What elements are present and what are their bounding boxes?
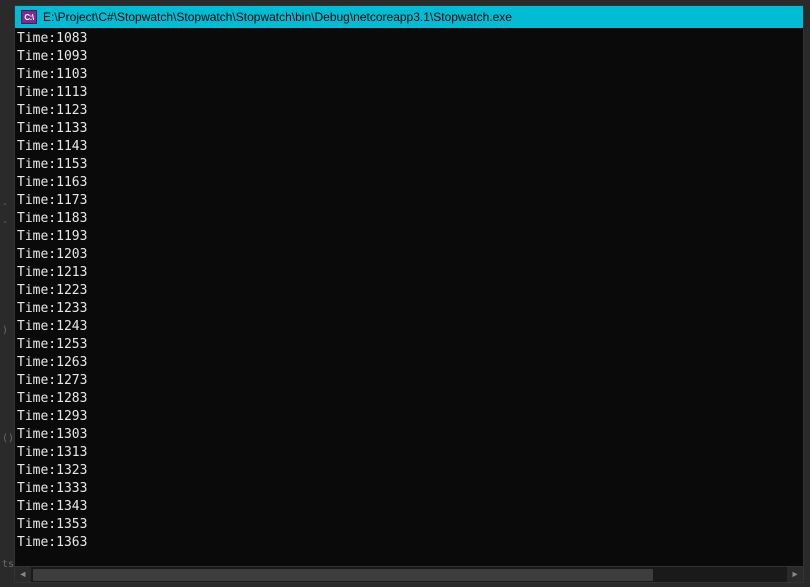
console-line: Time:1183: [17, 210, 803, 228]
titlebar[interactable]: C:\ E:\Project\C#\Stopwatch\Stopwatch\St…: [15, 6, 803, 28]
console-line: Time:1293: [17, 408, 803, 426]
console-line: Time:1173: [17, 192, 803, 210]
console-line: Time:1283: [17, 390, 803, 408]
gutter-mark: -: [2, 217, 8, 228]
gutter-mark: ts: [2, 559, 14, 570]
console-line: Time:1143: [17, 138, 803, 156]
console-line: Time:1353: [17, 516, 803, 534]
scrollbar-thumb[interactable]: [33, 569, 653, 581]
app-icon: C:\: [21, 10, 37, 24]
console-line: Time:1323: [17, 462, 803, 480]
horizontal-scrollbar[interactable]: ◄ ►: [15, 566, 803, 582]
console-line: Time:1153: [17, 156, 803, 174]
console-line: Time:1313: [17, 444, 803, 462]
console-line: Time:1303: [17, 426, 803, 444]
console-window: C:\ E:\Project\C#\Stopwatch\Stopwatch\St…: [14, 5, 804, 583]
console-output[interactable]: Time:1083Time:1093Time:1103Time:1113Time…: [15, 28, 803, 582]
console-line: Time:1363: [17, 534, 803, 552]
console-line: Time:1133: [17, 120, 803, 138]
console-line: Time:1253: [17, 336, 803, 354]
gutter-mark: ): [2, 325, 8, 336]
console-line: Time:1213: [17, 264, 803, 282]
console-line: Time:1343: [17, 498, 803, 516]
console-line: Time:1113: [17, 84, 803, 102]
console-line: Time:1103: [17, 66, 803, 84]
gutter-mark: -: [2, 199, 8, 210]
scroll-right-arrow[interactable]: ►: [787, 567, 803, 582]
console-line: Time:1083: [17, 30, 803, 48]
console-line: Time:1123: [17, 102, 803, 120]
console-line: Time:1243: [17, 318, 803, 336]
editor-gutter: - -) () ts: [0, 27, 14, 587]
console-line: Time:1193: [17, 228, 803, 246]
console-line: Time:1273: [17, 372, 803, 390]
console-line: Time:1223: [17, 282, 803, 300]
console-line: Time:1263: [17, 354, 803, 372]
scroll-left-arrow[interactable]: ◄: [15, 567, 31, 582]
console-line: Time:1233: [17, 300, 803, 318]
console-line: Time:1333: [17, 480, 803, 498]
console-line: Time:1203: [17, 246, 803, 264]
gutter-mark: (): [2, 433, 14, 444]
console-line: Time:1093: [17, 48, 803, 66]
window-title: E:\Project\C#\Stopwatch\Stopwatch\Stopwa…: [43, 10, 512, 24]
console-line: Time:1163: [17, 174, 803, 192]
